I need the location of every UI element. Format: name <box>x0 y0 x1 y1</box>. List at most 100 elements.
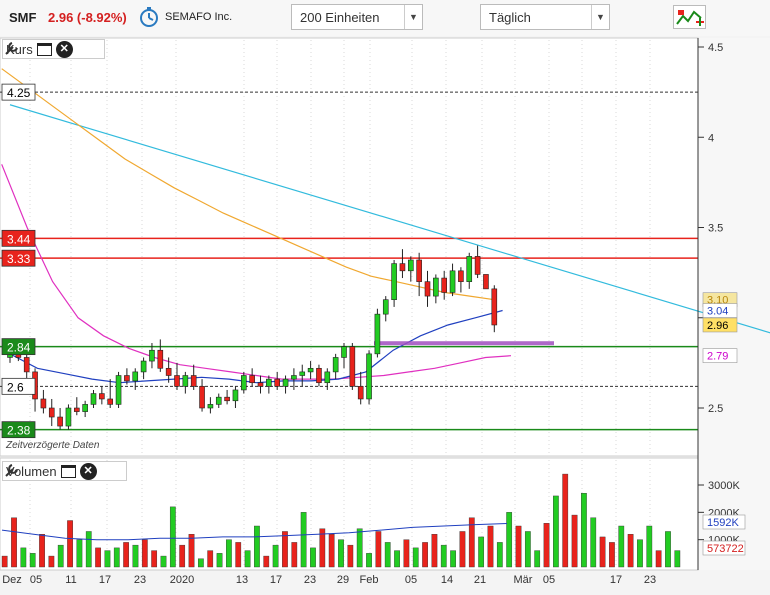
candle-body <box>374 313 381 355</box>
volume-bar <box>599 536 606 568</box>
x-axis-label: 23 <box>134 574 146 586</box>
x-axis-label: 17 <box>270 574 282 586</box>
volume-bar <box>132 544 139 568</box>
left-marker-label: 3.33 <box>7 252 31 266</box>
candle-body <box>366 353 372 400</box>
volume-bar <box>226 539 232 568</box>
support-band <box>374 341 554 346</box>
left-marker-label: 2.6 <box>7 380 24 394</box>
candle-body <box>391 263 397 301</box>
volume-bar <box>553 495 559 568</box>
volume-bar <box>384 542 391 568</box>
x-axis-label: Dez <box>2 574 22 586</box>
volume-bar <box>39 534 45 568</box>
volume-marker-label: 573722 <box>707 543 744 555</box>
volume-bar <box>356 528 363 568</box>
candle-body <box>232 389 239 402</box>
candle-body <box>215 396 222 405</box>
candle-body <box>474 256 481 275</box>
candle-body <box>149 349 155 362</box>
volume-bar <box>179 544 186 568</box>
candle-body <box>207 404 214 409</box>
x-axis-label: 2020 <box>170 574 194 586</box>
candle-body <box>190 375 197 387</box>
volume-bar <box>338 539 344 568</box>
volume-bar <box>48 555 55 568</box>
candle-body <box>74 407 80 412</box>
candle-body <box>407 259 414 272</box>
volume-bar <box>169 506 176 568</box>
left-price-marker: 2.84 <box>1 338 36 356</box>
volume-bar <box>282 531 288 568</box>
x-axis-label: 17 <box>610 574 622 586</box>
maximize-icon[interactable] <box>60 464 76 478</box>
volume-bar <box>104 550 111 568</box>
volume-panel-header: Volumen ✕ <box>2 461 127 481</box>
right-price-marker: 2.79 <box>702 348 738 363</box>
candle-body <box>182 375 189 387</box>
maximize-icon[interactable] <box>36 42 52 56</box>
candle-body <box>257 382 264 387</box>
volume-bar <box>1 555 8 568</box>
volume-bar <box>412 547 419 568</box>
candle-body <box>357 386 364 400</box>
x-axis-label: Feb <box>360 574 379 586</box>
y-tick-label: 3.5 <box>708 223 723 235</box>
price-panel-bg <box>0 37 699 457</box>
volume-bar <box>440 544 447 568</box>
candle-body <box>40 398 47 409</box>
volume-bar <box>543 523 550 568</box>
volume-right-marker: 1592K <box>702 514 746 530</box>
candle-body <box>241 375 247 391</box>
volume-bar <box>300 512 307 568</box>
x-axis-label: 05 <box>543 574 555 586</box>
candle-body <box>23 357 30 373</box>
x-axis-label: 13 <box>236 574 248 586</box>
volume-bar <box>478 536 485 568</box>
volume-bar <box>76 539 83 568</box>
volume-bar <box>627 534 634 568</box>
volume-bar <box>459 531 466 568</box>
candle-body <box>341 346 347 358</box>
volume-bar <box>160 555 167 568</box>
wrench-icon[interactable] <box>3 40 20 57</box>
candle-body <box>157 349 164 369</box>
candle-body <box>491 288 498 326</box>
candle-body <box>316 367 322 384</box>
x-axis-label: 11 <box>65 574 76 586</box>
price-chart[interactable]: 4.543.532.53000K2000K1000K4.253.443.332.… <box>0 0 770 595</box>
candle-body <box>224 396 230 402</box>
y-tick-label: 4.5 <box>708 42 723 54</box>
candle-body <box>332 357 339 373</box>
candle <box>366 350 372 405</box>
x-axis-label: 05 <box>405 574 417 586</box>
volume-bar <box>655 550 662 568</box>
left-marker-label: 2.38 <box>7 424 31 438</box>
x-axis-label: 23 <box>304 574 316 586</box>
volume-bar <box>506 512 513 568</box>
volume-marker-label: 1592K <box>707 517 739 529</box>
left-price-marker: 4.25 <box>1 83 36 101</box>
volume-bar <box>328 534 335 568</box>
volume-bar <box>524 531 531 568</box>
volume-bar <box>347 544 354 568</box>
candle-body <box>416 259 422 282</box>
left-marker-label: 2.84 <box>7 341 31 355</box>
volume-bar <box>197 558 204 568</box>
candle-body <box>199 386 205 409</box>
volume-bar <box>394 550 400 568</box>
right-marker-label: 2.79 <box>707 351 728 363</box>
volume-bar <box>151 550 158 568</box>
candle <box>374 308 381 358</box>
wrench-icon[interactable] <box>3 462 20 479</box>
candle-body <box>124 375 130 382</box>
candle <box>115 371 122 408</box>
volume-bar <box>272 544 279 568</box>
candle-body <box>349 346 356 387</box>
candle <box>349 343 356 390</box>
volume-bar <box>29 553 36 568</box>
right-marker-label: 3.04 <box>707 306 728 318</box>
close-icon[interactable]: ✕ <box>55 40 73 58</box>
close-icon[interactable]: ✕ <box>79 462 97 480</box>
candle-body <box>90 393 97 405</box>
